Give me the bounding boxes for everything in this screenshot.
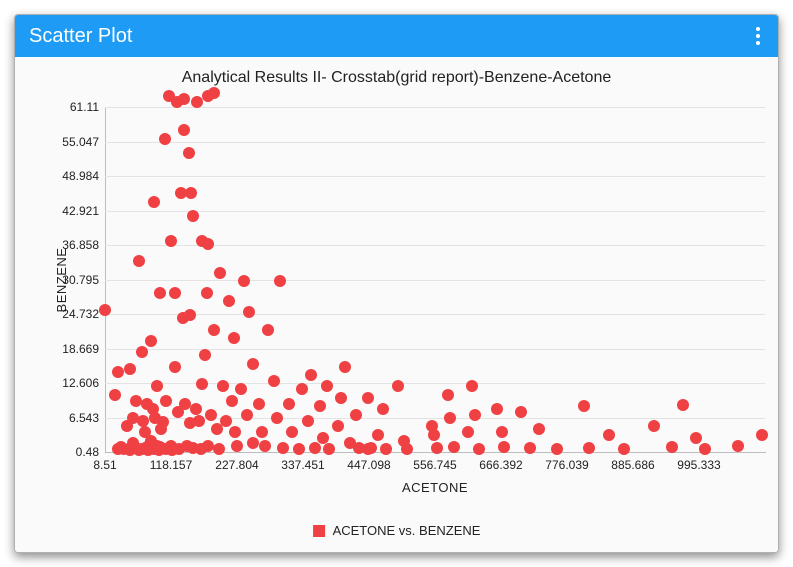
- legend-label: ACETONE vs. BENZENE: [333, 523, 481, 538]
- y-tick-label: 12.606: [62, 376, 105, 390]
- x-tick-label: 885.686: [611, 452, 654, 472]
- plot-area: BENZENE ACETONE 0.486.54312.60618.66924.…: [105, 107, 765, 452]
- y-tick-label: 24.732: [62, 307, 105, 321]
- x-tick-label: 995.333: [677, 452, 720, 472]
- gridline: [105, 383, 765, 384]
- gridline: [105, 107, 765, 108]
- gridline: [105, 211, 765, 212]
- y-tick-label: 42.921: [62, 204, 105, 218]
- gridline: [105, 418, 765, 419]
- y-tick-label: 55.047: [62, 135, 105, 149]
- y-tick-label: 6.543: [69, 411, 105, 425]
- y-tick-label: 18.669: [62, 342, 105, 356]
- gridline: [105, 349, 765, 350]
- x-tick-label: 227.804: [215, 452, 258, 472]
- card-header: Scatter Plot: [15, 15, 778, 57]
- x-tick-label: 556.745: [413, 452, 456, 472]
- gridline: [105, 314, 765, 315]
- y-tick-label: 30.795: [62, 273, 105, 287]
- data-point: [163, 90, 175, 102]
- data-point: [208, 87, 220, 99]
- x-tick-label: 337.451: [281, 452, 324, 472]
- legend: ACETONE vs. BENZENE: [313, 523, 481, 538]
- x-tick-label: 776.039: [545, 452, 588, 472]
- gridline: [105, 245, 765, 246]
- x-axis-label: ACETONE: [402, 480, 468, 495]
- x-tick-label: 666.392: [479, 452, 522, 472]
- data-point: [178, 93, 190, 105]
- legend-swatch: [313, 525, 325, 537]
- x-tick-label: 447.098: [347, 452, 390, 472]
- kebab-menu-icon[interactable]: [752, 23, 764, 49]
- y-tick-label: 36.858: [62, 238, 105, 252]
- y-tick-label: 48.984: [62, 169, 105, 183]
- gridline: [105, 176, 765, 177]
- x-tick-label: 118.157: [150, 452, 193, 472]
- chart-title: Analytical Results II- Crosstab(grid rep…: [15, 69, 778, 87]
- scatter-plot-card: Scatter Plot Analytical Results II- Cros…: [14, 14, 779, 553]
- y-tick-label: 61.11: [70, 100, 105, 114]
- card-body: Analytical Results II- Crosstab(grid rep…: [15, 57, 778, 552]
- card-title: Scatter Plot: [29, 25, 132, 48]
- x-tick-label: 8.51: [93, 452, 116, 472]
- gridline: [105, 142, 765, 143]
- gridline: [105, 280, 765, 281]
- data-point: [202, 90, 214, 102]
